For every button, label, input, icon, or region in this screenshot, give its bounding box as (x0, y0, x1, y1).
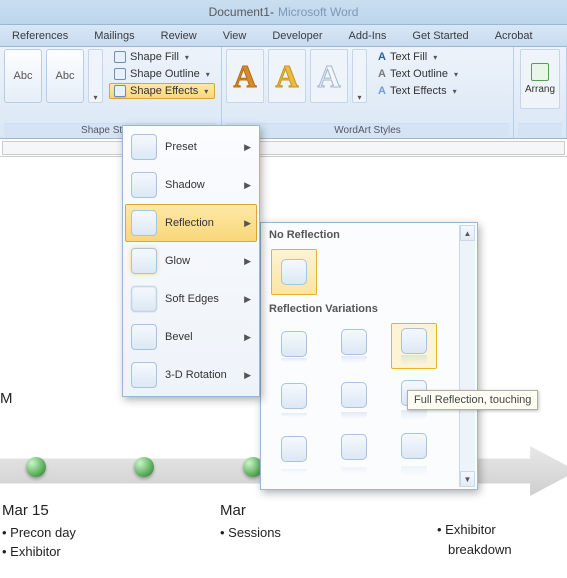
menu-item-preset[interactable]: Preset ▶ (125, 128, 257, 166)
reflection-option-none[interactable] (271, 249, 317, 295)
menu-item-reflection[interactable]: Reflection ▶ (125, 204, 257, 242)
glow-icon (131, 248, 157, 274)
col2-bullet: Sessions (220, 523, 281, 543)
doc-text: M (0, 388, 13, 411)
tab-addins[interactable]: Add-Ins (349, 30, 387, 42)
menu-item-shadow[interactable]: Shadow ▶ (125, 166, 257, 204)
wordart-more[interactable]: ▾ (352, 49, 367, 103)
reflection-option[interactable] (271, 431, 317, 477)
app-name: Microsoft Word (278, 5, 358, 19)
arrange-button[interactable]: Arrang (520, 49, 560, 109)
text-fill-icon: A (378, 51, 386, 63)
pencil-icon (114, 68, 126, 80)
reflection-option[interactable] (331, 431, 377, 477)
shape-outline-button[interactable]: Shape Outline▾ (109, 66, 215, 82)
menu-item-glow[interactable]: Glow ▶ (125, 242, 257, 280)
reflection-option[interactable] (391, 431, 437, 477)
tab-references[interactable]: References (12, 30, 68, 42)
shape-effects-menu: Preset ▶ Shadow ▶ Reflection ▶ Glow ▶ So… (122, 125, 260, 397)
scroll-up-icon[interactable]: ▲ (460, 225, 475, 241)
shape-style-more[interactable]: ▾ (88, 49, 103, 103)
col1-bullet: Exhibitor (2, 542, 76, 562)
ribbon: Abc Abc ▾ Shape Fill▾ Shape Outline▾ Sha… (0, 47, 567, 139)
rotation-icon (131, 362, 157, 388)
col2-heading: Mar (220, 500, 281, 523)
submenu-arrow-icon: ▶ (244, 370, 251, 381)
preset-icon (131, 134, 157, 160)
shape-style-swatch[interactable]: Abc (4, 49, 42, 103)
text-fill-button[interactable]: A Text Fill▾ (373, 49, 463, 65)
tab-review[interactable]: Review (161, 30, 197, 42)
soft-edges-icon (131, 286, 157, 312)
col3-text: breakdown (448, 540, 512, 560)
shape-effects-button[interactable]: Shape Effects▾ (109, 83, 215, 99)
shape-style-swatch[interactable]: Abc (46, 49, 84, 103)
sphere-marker[interactable] (134, 457, 154, 477)
sphere-marker[interactable] (26, 457, 46, 477)
reflection-option[interactable] (271, 323, 317, 369)
gallery-header-variations: Reflection Variations (263, 299, 475, 319)
bucket-icon (114, 51, 126, 63)
tab-acrobat[interactable]: Acrobat (495, 30, 533, 42)
scroll-down-icon[interactable]: ▼ (460, 471, 475, 487)
reflection-option[interactable] (331, 377, 377, 423)
reflection-option[interactable] (331, 323, 377, 369)
menu-item-bevel[interactable]: Bevel ▶ (125, 318, 257, 356)
text-outline-icon: A (378, 68, 386, 80)
submenu-arrow-icon: ▶ (244, 294, 251, 305)
text-outline-button[interactable]: A Text Outline▾ (373, 66, 463, 82)
tooltip: Full Reflection, touching (407, 390, 538, 410)
submenu-arrow-icon: ▶ (244, 180, 251, 191)
col3-bullet: Exhibitor (437, 520, 512, 540)
shadow-icon (131, 172, 157, 198)
wordart-swatch[interactable]: A (310, 49, 348, 103)
col1-bullet: Precon day (2, 523, 76, 543)
gallery-header-none: No Reflection (263, 225, 475, 245)
wordart-swatch[interactable]: A (226, 49, 264, 103)
bevel-icon (131, 324, 157, 350)
ribbon-tabs: References Mailings Review View Develope… (0, 25, 567, 47)
text-effects-button[interactable]: A Text Effects▾ (373, 83, 463, 99)
reflection-icon (131, 210, 157, 236)
gallery-scrollbar[interactable]: ▲ ▼ (459, 225, 475, 487)
document-name: Document1 (209, 5, 270, 19)
submenu-arrow-icon: ▶ (244, 142, 251, 153)
col1-heading: Mar 15 (2, 500, 76, 523)
tab-mailings[interactable]: Mailings (94, 30, 134, 42)
menu-item-3d-rotation[interactable]: 3-D Rotation ▶ (125, 356, 257, 394)
group-label-wordart: WordArt Styles (226, 123, 509, 137)
submenu-arrow-icon: ▶ (244, 332, 251, 343)
window-title: Document1 - Microsoft Word (0, 0, 567, 25)
horizontal-ruler[interactable] (0, 139, 567, 157)
reflection-gallery: No Reflection Reflection Variations ▲ ▼ (260, 222, 478, 490)
shape-fill-button[interactable]: Shape Fill▾ (109, 49, 215, 65)
menu-item-soft-edges[interactable]: Soft Edges ▶ (125, 280, 257, 318)
reflection-option[interactable] (271, 377, 317, 423)
submenu-arrow-icon: ▶ (244, 218, 251, 229)
submenu-arrow-icon: ▶ (244, 256, 251, 267)
tab-view[interactable]: View (223, 30, 247, 42)
effects-icon (114, 85, 126, 97)
tab-get-started[interactable]: Get Started (412, 30, 468, 42)
tab-developer[interactable]: Developer (272, 30, 322, 42)
text-effects-icon: A (378, 85, 386, 97)
wordart-swatch[interactable]: A (268, 49, 306, 103)
arrange-icon (531, 63, 549, 81)
reflection-option-full-touching[interactable] (391, 323, 437, 369)
